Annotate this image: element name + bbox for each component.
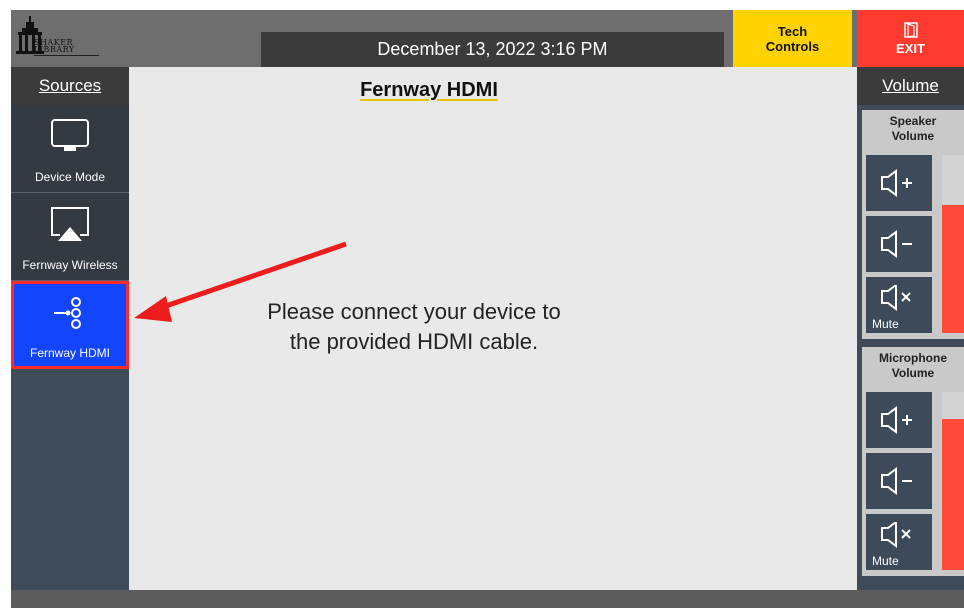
microphone-volume-group: Microphone Volume Mute (862, 347, 964, 576)
speaker-volume-label: Speaker Volume (862, 110, 964, 152)
volume-heading: Volume (857, 67, 964, 105)
group-label-line: Speaker (889, 114, 937, 128)
source-device-mode-button[interactable]: Device Mode (11, 105, 129, 193)
volume-down-icon (881, 467, 912, 495)
volume-panel: Volume Speaker Volume Mute Microphone Vo… (857, 67, 964, 590)
exit-button[interactable]: EXIT (857, 10, 964, 67)
connect-instruction: Please connect your device to the provid… (189, 297, 639, 357)
logo-text: SHAKER LIBRARY (34, 38, 75, 54)
microphone-volume-label: Microphone Volume (862, 347, 964, 389)
hdmi-icon (54, 297, 81, 329)
source-label: Device Mode (34, 170, 106, 184)
touch-panel: SHAKER LIBRARY December 13, 2022 3:16 PM… (11, 10, 964, 608)
speaker-mute-button[interactable]: Mute (866, 277, 932, 333)
microphone-volume-level (942, 418, 964, 570)
microphone-volume-meter[interactable] (942, 392, 964, 570)
monitor-icon (51, 119, 89, 151)
microphone-mute-button[interactable]: Mute (866, 514, 932, 570)
speaker-volume-up-button[interactable] (866, 155, 932, 211)
instruction-line-2: the provided HDMI cable. (289, 329, 539, 354)
volume-up-icon (881, 169, 912, 197)
mute-label: Mute (872, 317, 899, 331)
group-label-line: Volume (891, 129, 935, 143)
tech-controls-button[interactable]: Tech Controls (733, 10, 852, 67)
volume-down-icon (881, 230, 912, 258)
sources-sidebar: Sources Device Mode Fernway Wireless Fer… (11, 67, 129, 590)
door-icon (903, 21, 918, 38)
source-label: Fernway Wireless (22, 258, 118, 272)
exit-label: EXIT (896, 40, 925, 56)
logo-rule (34, 55, 99, 56)
airplay-icon (51, 207, 89, 241)
volume-up-icon (881, 406, 912, 434)
current-source-title: Fernway HDMI (360, 79, 498, 101)
tech-controls-label: Tech Controls (765, 23, 820, 54)
source-fernway-wireless-button[interactable]: Fernway Wireless (11, 193, 129, 281)
sources-heading: Sources (11, 67, 129, 105)
mute-label: Mute (872, 554, 899, 568)
bottom-bar (11, 590, 964, 608)
source-fernway-hdmi-button[interactable]: Fernway HDMI (11, 281, 129, 369)
mute-icon (881, 285, 911, 311)
speaker-volume-level (942, 204, 964, 333)
main-content: Fernway HDMI Please connect your device … (129, 67, 857, 590)
top-bar: SHAKER LIBRARY December 13, 2022 3:16 PM… (11, 10, 964, 67)
source-label: Fernway HDMI (29, 346, 110, 360)
microphone-volume-up-button[interactable] (866, 392, 932, 448)
microphone-volume-down-button[interactable] (866, 453, 932, 509)
group-label-line: Volume (891, 366, 935, 380)
mute-icon (881, 522, 911, 548)
shaker-library-logo: SHAKER LIBRARY (11, 10, 121, 67)
group-label-line: Microphone (879, 351, 947, 365)
speaker-volume-down-button[interactable] (866, 216, 932, 272)
instruction-line-1: Please connect your device to (267, 299, 561, 324)
speaker-volume-group: Speaker Volume Mute (862, 110, 964, 339)
date-time-display: December 13, 2022 3:16 PM (261, 32, 724, 67)
speaker-volume-meter[interactable] (942, 155, 964, 333)
